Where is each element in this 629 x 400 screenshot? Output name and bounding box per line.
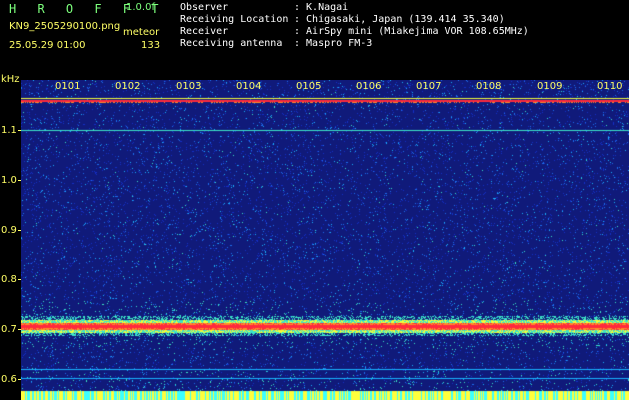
x-tick-label: 0103 xyxy=(176,81,202,92)
y-tick-label: 0.7 xyxy=(1,324,17,335)
x-tick-label: 0101 xyxy=(55,81,81,92)
x-tick-label: 0108 xyxy=(476,81,502,92)
frequency-unit-label: kHz xyxy=(1,74,20,85)
info-key: Observer xyxy=(180,2,229,13)
x-tick-label: 0105 xyxy=(296,81,322,92)
info-key: Receiving antenna xyxy=(180,38,283,49)
y-tick-label: 0.8 xyxy=(1,274,17,285)
info-value: : Chigasaki, Japan (139.414 35.340) xyxy=(294,14,505,25)
info-value: : Maspro FM-3 xyxy=(294,38,373,49)
y-tick-label: 0.9 xyxy=(1,225,17,236)
waterfall-spectrogram xyxy=(21,80,629,400)
info-value: : K.Nagai xyxy=(294,2,349,13)
x-tick-label: 0104 xyxy=(236,81,262,92)
waterfall-canvas xyxy=(21,80,629,400)
info-value: : AirSpy mini (Miakejima VOR 108.65MHz) xyxy=(294,26,529,37)
x-tick-label: 0107 xyxy=(416,81,442,92)
hrofft-window: H R O F F T 1.0.0f KN9_2505290100.png me… xyxy=(0,0,629,400)
y-tick-label: 1.0 xyxy=(1,175,17,186)
info-row-antenna: Receiving antenna : Maspro FM-3 xyxy=(0,39,629,51)
x-tick-label: 0109 xyxy=(537,81,563,92)
info-key: Receiver xyxy=(180,26,229,37)
y-tick-label: 0.6 xyxy=(1,374,17,385)
x-tick-label: 0110 xyxy=(597,81,623,92)
y-tick-label: 1.1 xyxy=(1,125,17,136)
info-key: Receiving Location xyxy=(180,14,289,25)
x-tick-label: 0102 xyxy=(115,81,141,92)
x-tick-label: 0106 xyxy=(356,81,382,92)
